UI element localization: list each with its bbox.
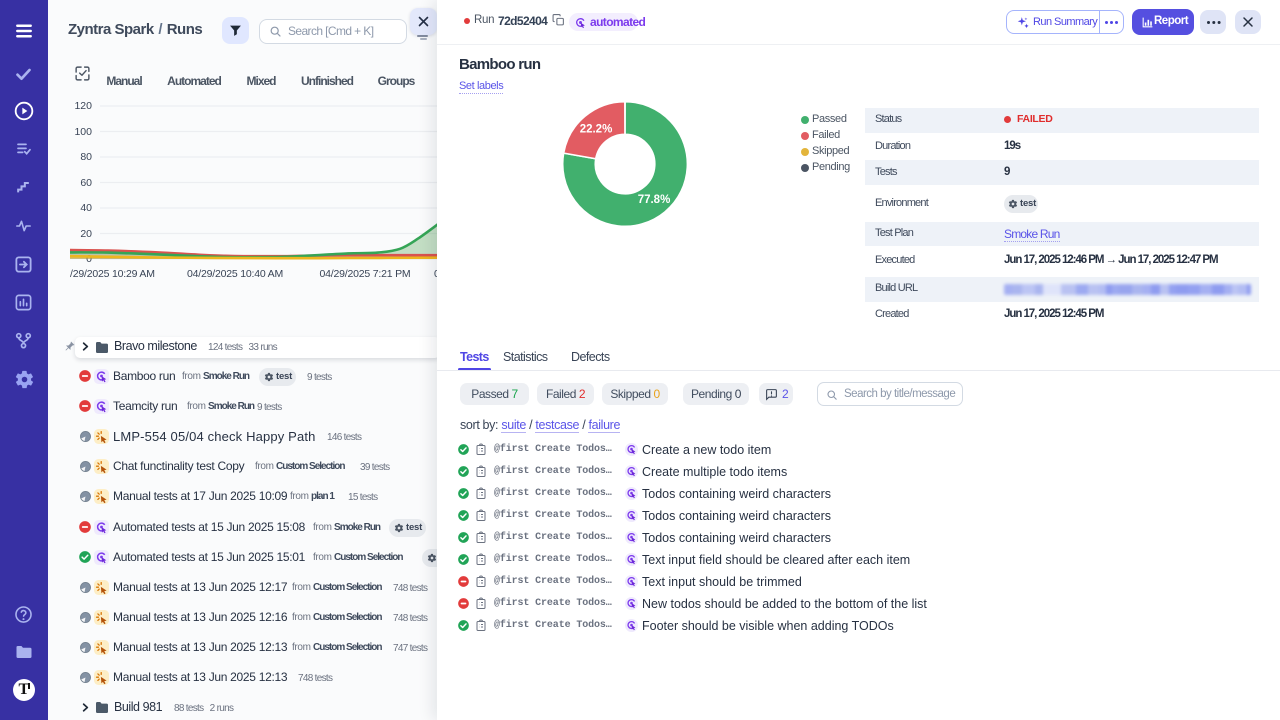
svg-text:77.8%: 77.8% bbox=[638, 194, 671, 206]
svg-text:22.2%: 22.2% bbox=[580, 124, 613, 136]
